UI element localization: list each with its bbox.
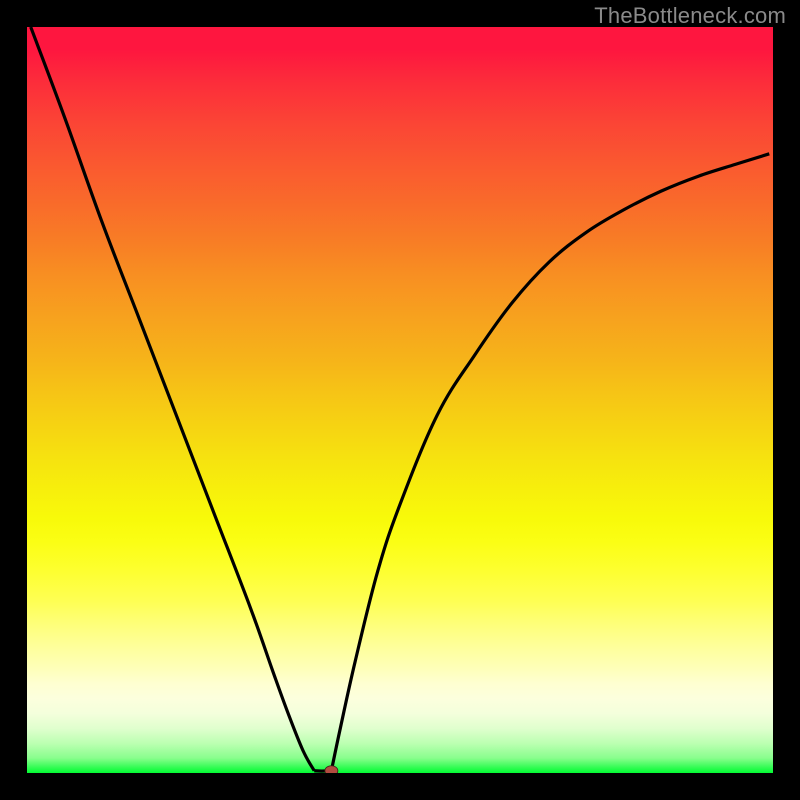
optimal-point-marker: [325, 766, 338, 773]
path-right-branch: [331, 154, 769, 771]
watermark-text: TheBottleneck.com: [594, 3, 786, 29]
plot-area: [27, 27, 773, 773]
path-left-branch: [31, 27, 314, 771]
curve-svg: [27, 27, 773, 773]
chart-frame: TheBottleneck.com: [0, 0, 800, 800]
